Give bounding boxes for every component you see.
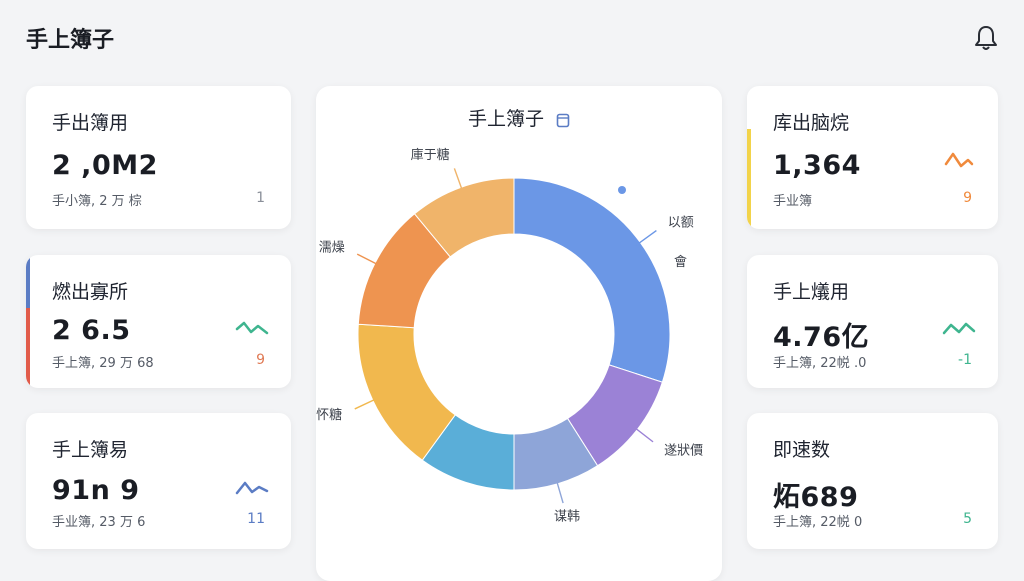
- card-accent-bar: [747, 86, 751, 229]
- stat-card-title: 库出脑烷: [773, 112, 850, 134]
- stat-card-subtext: 手上簿, 22帨 .0: [773, 356, 867, 371]
- stat-card-subtext: 手上簿, 22帨 0: [773, 515, 863, 530]
- trend-up-icon: [942, 322, 976, 335]
- donut-leader-line: [632, 425, 654, 443]
- stat-card-delta: -1: [958, 352, 972, 368]
- trend-icon: [944, 152, 974, 168]
- stat-card-right-2[interactable]: 手上燨用 4.76亿 手上簿, 22帨 .0 -1: [747, 255, 998, 388]
- donut-leader-line: [634, 229, 657, 247]
- stat-card-left-2[interactable]: 燃出寡所 2 6.5 手上簿, 29 万 68 9: [26, 255, 291, 388]
- trend-wave-icon: [235, 481, 269, 495]
- stat-card-value: 2 6.5: [52, 315, 131, 346]
- donut-chart: 以额遂狀價谋韩 怀糖 濡燥 庫于糖會: [316, 147, 703, 524]
- stat-card-delta: 1: [256, 190, 265, 206]
- stat-card-title: 手出簿用: [52, 112, 129, 134]
- notification-bell-button[interactable]: [970, 22, 1002, 54]
- stat-card-right-1[interactable]: 库出脑烷 1,364 手业簿 9: [747, 86, 998, 229]
- stat-card-value: 1,364: [773, 150, 861, 181]
- donut-segment-label: 濡燥: [319, 241, 345, 256]
- stat-card-delta: 9: [256, 352, 265, 368]
- donut-segment-label: 庫于糖: [411, 147, 450, 163]
- card-accent-bar: [26, 255, 30, 388]
- stat-card-title: 燃出寡所: [52, 281, 129, 303]
- stat-card-value: 91n 9: [52, 475, 140, 506]
- stat-card-value: 炻689: [773, 482, 859, 513]
- stat-card-right-3[interactable]: 即速数 炻689 手上簿, 22帨 0 5: [747, 413, 998, 549]
- trend-up-icon: [235, 321, 269, 335]
- donut-segment-label: 谋韩: [554, 509, 580, 524]
- stat-card-value: 4.76亿: [773, 322, 870, 353]
- donut-segment-label: 怀糖: [316, 407, 342, 423]
- stat-card-delta: 11: [247, 511, 265, 527]
- stat-card-delta: 9: [963, 190, 972, 206]
- stat-card-title: 手上燨用: [773, 281, 850, 303]
- stat-card-left-1[interactable]: 手出簿用 2 ,0M2 手小簿, 2 万 棕 1: [26, 86, 291, 229]
- donut-segment-label: 遂狀價: [664, 443, 703, 458]
- stat-card-left-3[interactable]: 手上簿易 91n 9 手业簿, 23 万 6 11: [26, 413, 291, 549]
- stat-card-subtext: 手上簿, 29 万 68: [52, 356, 154, 371]
- stat-card-title: 手上簿易: [52, 439, 129, 461]
- donut-segment[interactable]: [513, 177, 671, 383]
- stat-card-subtext: 手业簿, 23 万 6: [52, 515, 146, 530]
- legend-dot: [618, 186, 626, 194]
- bell-icon: [975, 26, 997, 50]
- stat-card-value: 2 ,0M2: [52, 150, 158, 181]
- donut-extra-label: 會: [674, 255, 687, 270]
- donut-segment-label: 以额: [668, 215, 694, 230]
- stat-card-subtext: 手小簿, 2 万 棕: [52, 194, 142, 209]
- stat-card-subtext: 手业簿: [773, 194, 813, 209]
- stat-card-title: 即速数: [773, 439, 831, 461]
- stat-card-delta: 5: [963, 511, 972, 527]
- app-title: 手上簿子: [26, 28, 115, 53]
- donut-chart-card: 手上簿子 以额 遂狀價 谋韩 怀糖 濡燥 庫于糖會: [316, 86, 722, 581]
